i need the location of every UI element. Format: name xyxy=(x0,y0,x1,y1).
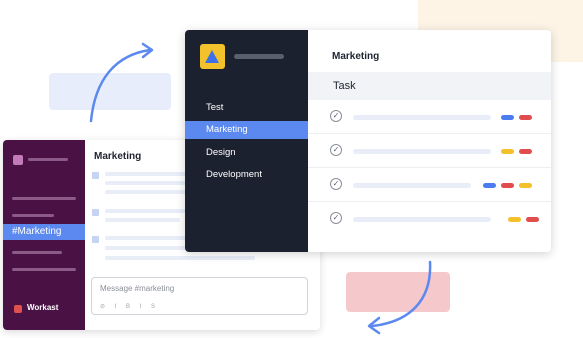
arrow-up-right xyxy=(89,48,152,123)
flow-arrows xyxy=(89,42,432,335)
arrow-down-left xyxy=(370,260,432,328)
